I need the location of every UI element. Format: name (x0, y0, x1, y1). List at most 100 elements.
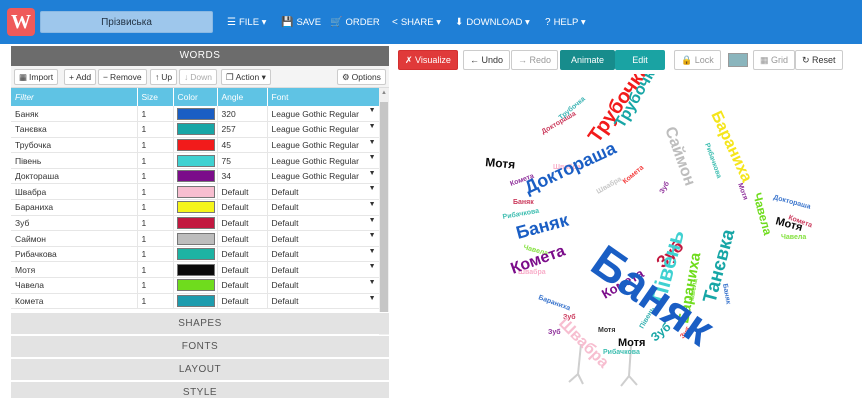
font-cell[interactable]: Default ▼ (267, 293, 380, 310)
color-swatch[interactable] (176, 123, 215, 136)
word-cell[interactable]: Баняк (11, 106, 138, 123)
action-dropdown[interactable]: ❐ Action ▾ (221, 69, 271, 85)
table-row[interactable]: Чавела 1 Default Default ▼ (11, 277, 380, 294)
document-title-input[interactable]: Прізвиська (40, 11, 213, 33)
color-cell[interactable] (173, 152, 218, 169)
angle-cell[interactable]: 45 (217, 137, 268, 154)
word-cell[interactable]: Мотя (11, 261, 138, 279)
order-menu[interactable]: 🛒 ORDER (330, 17, 380, 28)
scroll-up-icon[interactable]: ▲ (379, 88, 389, 98)
angle-cell[interactable]: Default (217, 215, 268, 232)
shapes-section-header[interactable]: SHAPES (11, 312, 389, 334)
color-cell[interactable] (173, 293, 218, 310)
font-cell[interactable]: Default ▼ (267, 261, 380, 279)
color-swatch[interactable] (176, 201, 215, 214)
dropdown-caret-icon[interactable]: ▼ (369, 295, 376, 302)
word-cell[interactable]: Саймон (11, 230, 138, 247)
angle-cell[interactable]: Default (217, 261, 268, 279)
table-row[interactable]: Комета 1 Default Default ▼ (11, 293, 380, 310)
word-cell[interactable]: Рибачкова (11, 246, 138, 263)
background-color-swatch[interactable] (728, 53, 748, 67)
word-cell[interactable]: Півень (11, 152, 138, 169)
size-cell[interactable]: 1 (137, 199, 174, 216)
color-cell[interactable] (173, 277, 218, 294)
filter-input[interactable]: Filter (11, 88, 138, 106)
angle-cell[interactable]: 34 (217, 168, 268, 185)
table-row[interactable]: Бараниха 1 Default Default ▼ (11, 199, 380, 216)
word-cell[interactable]: Комета (11, 293, 138, 310)
font-cell[interactable]: Default ▼ (267, 277, 380, 294)
angle-cell[interactable]: Default (217, 293, 268, 310)
word-cell[interactable]: Бараниха (11, 199, 138, 216)
download-menu[interactable]: ⬇ DOWNLOAD ▾ (455, 17, 530, 28)
color-swatch[interactable] (176, 279, 215, 292)
color-cell[interactable] (173, 230, 218, 247)
font-cell[interactable]: League Gothic Regular ▼ (267, 168, 380, 185)
font-cell[interactable]: Default ▼ (267, 199, 380, 216)
size-cell[interactable]: 1 (137, 121, 174, 138)
redo-button[interactable]: → Redo (511, 50, 559, 70)
size-cell[interactable]: 1 (137, 137, 174, 154)
size-cell[interactable]: 1 (137, 293, 174, 310)
table-row[interactable]: Саймон 1 Default Default ▼ (11, 230, 380, 247)
size-cell[interactable]: 1 (137, 230, 174, 247)
table-row[interactable]: Зуб 1 Default Default ▼ (11, 215, 380, 232)
word-cell[interactable]: Трубочка (11, 137, 138, 154)
word-cloud-bird[interactable]: Доктораша Трубочка Комета Рибачкова Чаве… (393, 59, 855, 398)
save-menu[interactable]: 💾 SAVE (281, 17, 321, 28)
up-button[interactable]: ↑ Up (150, 69, 178, 85)
visualize-button[interactable]: ✗ Visualize (398, 50, 458, 70)
dropdown-caret-icon[interactable]: ▼ (369, 217, 376, 224)
word-cell[interactable]: Танєвка (11, 121, 138, 138)
fonts-section-header[interactable]: FONTS (11, 335, 389, 357)
font-cell[interactable]: Default ▼ (267, 230, 380, 247)
column-header-size[interactable]: Size (137, 88, 174, 106)
dropdown-caret-icon[interactable]: ▼ (369, 154, 376, 161)
word-cloud-canvas[interactable]: Доктораша Трубочка Комета Рибачкова Чаве… (393, 59, 855, 398)
dropdown-caret-icon[interactable]: ▼ (369, 279, 376, 286)
color-cell[interactable] (173, 106, 218, 123)
font-cell[interactable]: League Gothic Regular ▼ (267, 106, 380, 123)
font-cell[interactable]: League Gothic Regular ▼ (267, 137, 380, 154)
edit-button[interactable]: Edit (615, 50, 665, 70)
grid-button[interactable]: ▦ Grid (753, 50, 796, 70)
help-menu[interactable]: ? HELP ▾ (545, 17, 586, 28)
size-cell[interactable]: 1 (137, 246, 174, 263)
dropdown-caret-icon[interactable]: ▼ (369, 248, 376, 255)
style-section-header[interactable]: STYLE (11, 381, 389, 398)
word-cell[interactable]: Доктораша (11, 168, 138, 185)
size-cell[interactable]: 1 (137, 106, 174, 123)
app-logo[interactable]: W (7, 8, 35, 36)
undo-button[interactable]: ← Undo (463, 50, 511, 70)
color-swatch[interactable] (176, 154, 215, 167)
dropdown-caret-icon[interactable]: ▼ (369, 139, 376, 146)
color-cell[interactable] (173, 121, 218, 138)
color-swatch[interactable] (176, 170, 215, 183)
lock-button[interactable]: 🔒 Lock (674, 50, 721, 70)
dropdown-caret-icon[interactable]: ▼ (369, 107, 376, 114)
dropdown-caret-icon[interactable]: ▼ (369, 263, 376, 270)
color-cell[interactable] (173, 137, 218, 154)
import-button[interactable]: ▦ Import (14, 69, 59, 85)
reset-button[interactable]: ↻ Reset (795, 50, 843, 70)
down-button[interactable]: ↓ Down (179, 69, 217, 85)
column-header-color[interactable]: Color (173, 88, 218, 106)
word-cell[interactable]: Швабра (11, 183, 138, 201)
color-swatch[interactable] (176, 138, 215, 151)
size-cell[interactable]: 1 (137, 215, 174, 232)
angle-cell[interactable]: 257 (217, 121, 268, 138)
angle-cell[interactable]: Default (217, 199, 268, 216)
dropdown-caret-icon[interactable]: ▼ (369, 201, 376, 208)
font-cell[interactable]: Default ▼ (267, 215, 380, 232)
scrollbar-thumb[interactable] (380, 102, 388, 316)
column-header-font[interactable]: Font (267, 88, 380, 106)
size-cell[interactable]: 1 (137, 277, 174, 294)
add-button[interactable]: + Add (64, 69, 97, 85)
color-swatch[interactable] (176, 216, 215, 229)
animate-button[interactable]: Animate (560, 50, 615, 70)
column-header-angle[interactable]: Angle (217, 88, 268, 106)
dropdown-caret-icon[interactable]: ▼ (369, 185, 376, 192)
table-row[interactable]: Швабра 1 Default Default ▼ (11, 183, 380, 201)
word-cell[interactable]: Чавела (11, 277, 138, 294)
angle-cell[interactable]: Default (217, 230, 268, 247)
